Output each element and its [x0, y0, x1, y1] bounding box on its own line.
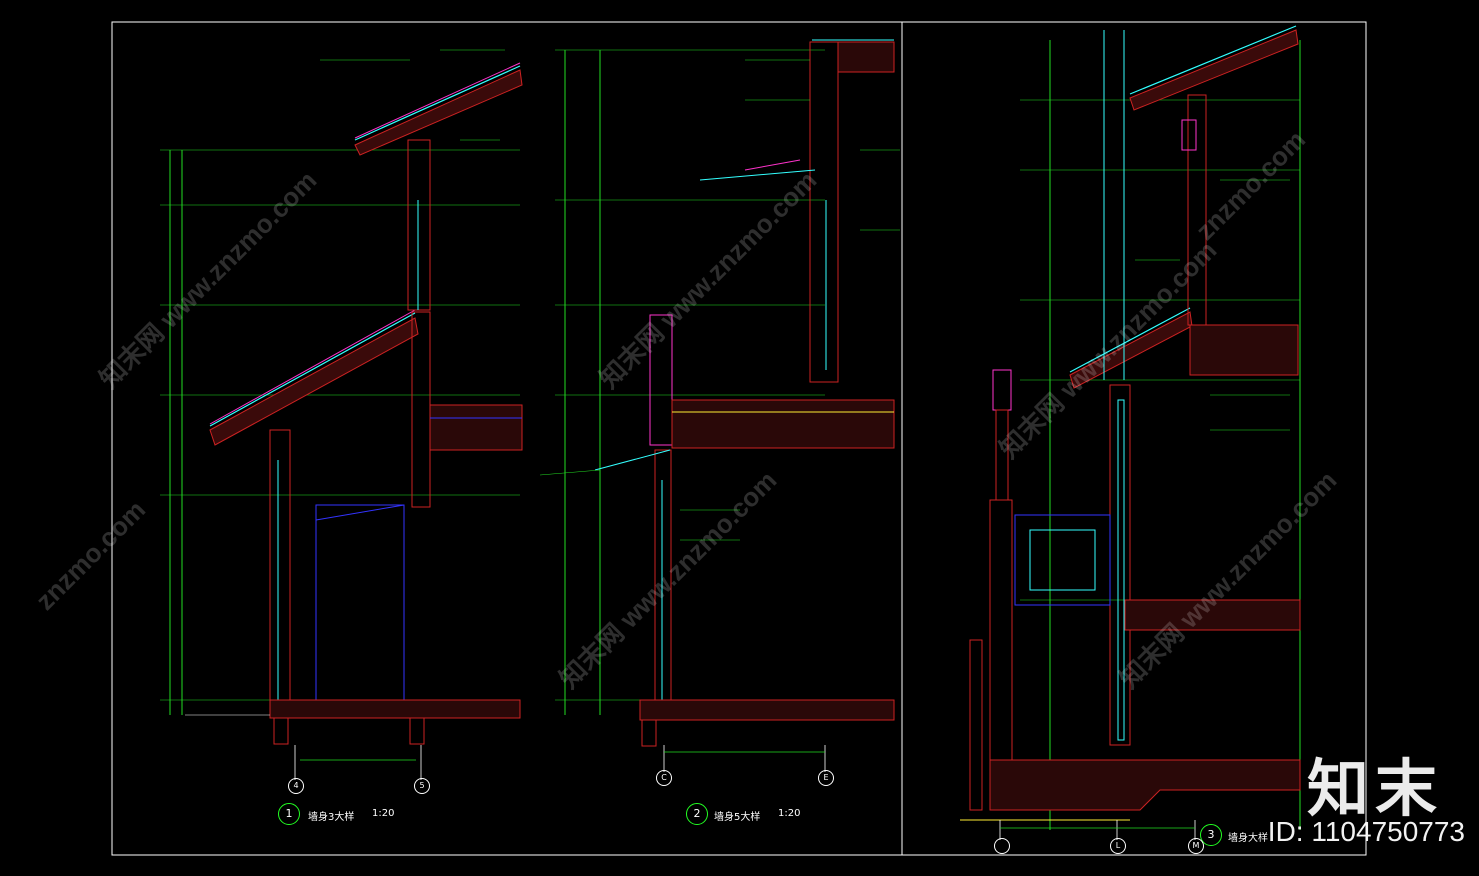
section-2-scale: 1:20 — [778, 808, 801, 819]
retaining-wall — [969, 639, 983, 811]
image-id-label: ID: 1104750773 — [1267, 816, 1465, 847]
ground-slab — [639, 699, 895, 721]
roof-parapet — [837, 41, 895, 73]
axis-bubble: E — [818, 770, 834, 786]
footing — [273, 717, 289, 745]
axis-bubble — [994, 838, 1010, 854]
canopy-line — [594, 449, 671, 471]
section-2-title: 墙身5大样 — [714, 812, 761, 823]
roof-tile-line — [209, 309, 416, 425]
section-1-title: 墙身3大样 — [308, 812, 355, 823]
footing — [409, 717, 425, 745]
roof-tiles — [1129, 25, 1297, 95]
section-2-number: 2 — [686, 803, 708, 825]
section-1-scale: 1:20 — [372, 808, 395, 819]
balustrade — [1014, 514, 1111, 606]
balustrade-pattern — [1029, 529, 1096, 591]
glass-line — [1117, 399, 1125, 741]
wall-section-drawing — [111, 21, 1367, 856]
floor-slab — [671, 399, 895, 449]
roof-tiles — [209, 312, 416, 427]
axis-bubble: 4 — [288, 778, 304, 794]
ornament — [1181, 119, 1197, 151]
floor-slab — [429, 404, 523, 451]
roof-tile-line — [354, 62, 521, 139]
axis-bubble: C — [656, 770, 672, 786]
wall — [809, 41, 839, 383]
roof-slab — [209, 317, 419, 446]
wall — [411, 311, 431, 508]
brand-logo: 知末 — [1306, 752, 1443, 825]
roof-tiles — [354, 65, 521, 141]
axis-bubble: L — [1110, 838, 1126, 854]
roof-slab — [1129, 29, 1299, 111]
axis-bubble: 5 — [414, 778, 430, 794]
wall — [1109, 384, 1131, 746]
wall — [989, 499, 1013, 801]
door-frame — [315, 504, 405, 701]
axis-bubble: M — [1188, 838, 1204, 854]
section-3-title: 墙身大样 — [1228, 833, 1268, 844]
section-1-number: 1 — [278, 803, 300, 825]
ground-slab — [269, 699, 521, 719]
floor-slab — [1189, 324, 1299, 376]
footing — [641, 719, 657, 747]
basement-slab — [989, 759, 1301, 811]
annotation-leader — [539, 469, 601, 476]
cad-drawing-canvas — [0, 0, 1479, 872]
ornament — [992, 369, 1012, 411]
wall — [269, 429, 291, 701]
roof-slab — [354, 69, 523, 156]
wall — [407, 139, 431, 311]
door-swing — [315, 504, 405, 521]
